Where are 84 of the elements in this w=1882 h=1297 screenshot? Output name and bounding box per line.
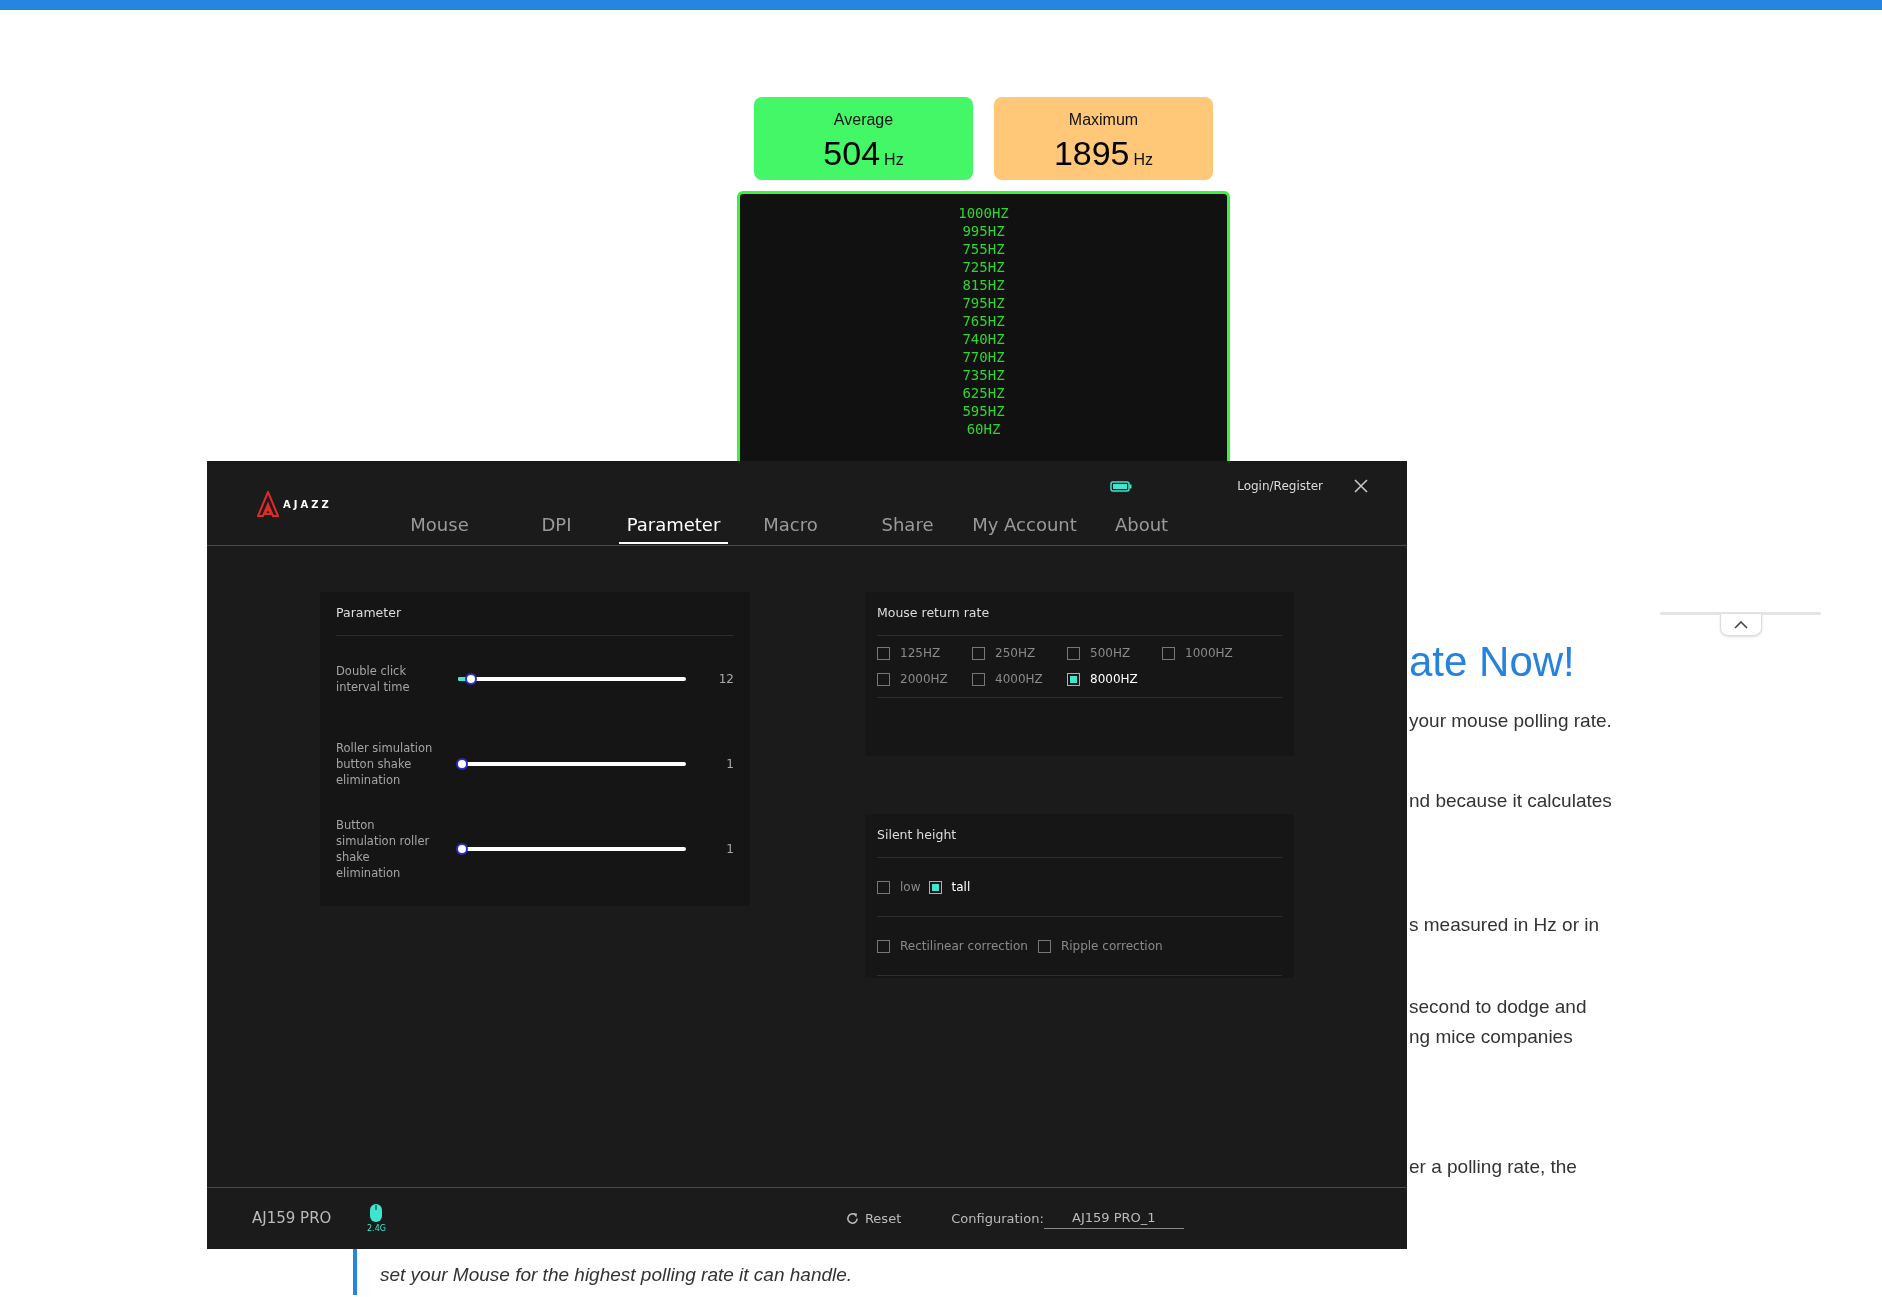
article-text: nd because it calculates — [1409, 789, 1612, 813]
rate-entry: 995HZ — [962, 222, 1005, 240]
option-label: Rectilinear correction — [900, 938, 1028, 955]
nav-tab[interactable]: About — [1106, 511, 1177, 544]
stat-value: 504 — [823, 135, 881, 170]
mouse-icon — [369, 1202, 384, 1223]
slider-label: Double click interval time — [336, 662, 411, 695]
slider-value: 1 — [725, 755, 734, 773]
battery-icon — [1110, 480, 1133, 492]
option-label: 2000HZ — [900, 671, 948, 688]
login-register-link[interactable]: Login/Register — [1237, 477, 1323, 495]
rate-entry: 735HZ — [962, 366, 1005, 384]
logo-text: AJAZZ — [283, 497, 332, 512]
stat-unit: Hz — [884, 151, 904, 168]
slider[interactable] — [456, 672, 688, 685]
rate-entry: 725HZ — [962, 258, 1005, 276]
slider-value: 12 — [717, 670, 734, 688]
option-label: Ripple correction — [1060, 938, 1163, 955]
panel-title: Mouse return rate — [877, 604, 990, 623]
nav-tab[interactable]: My Account — [964, 511, 1085, 544]
note-text: set your Mouse for the highest polling rate it can handle. — [380, 1262, 853, 1287]
stat-value: 1895 — [1053, 135, 1130, 170]
slider[interactable] — [456, 757, 688, 770]
checkbox[interactable] — [877, 880, 890, 894]
checkbox[interactable] — [972, 672, 985, 686]
nav-tab[interactable]: Parameter — [618, 511, 729, 544]
rate-entry: 755HZ — [962, 240, 1005, 258]
nav-tab[interactable]: Mouse — [402, 511, 477, 544]
rate-entry: 60HZ — [966, 420, 1001, 438]
rate-entry: 595HZ — [962, 402, 1005, 420]
checkbox[interactable] — [972, 646, 985, 660]
panel-title: Parameter — [336, 604, 402, 623]
option-label: 4000HZ — [995, 671, 1043, 688]
panel-title: Silent height — [877, 826, 957, 845]
option-label: low — [900, 879, 921, 896]
rate-entry: 740HZ — [962, 330, 1005, 348]
checkbox[interactable] — [877, 939, 890, 953]
slider-value: 1 — [725, 840, 734, 858]
configuration-field[interactable]: AJ159 PRO_1 — [1043, 1208, 1184, 1229]
rate-entry: 625HZ — [962, 384, 1005, 402]
article-text: er a polling rate, the — [1409, 1155, 1578, 1179]
rate-entry: 770HZ — [962, 348, 1005, 366]
checkbox[interactable] — [1162, 646, 1175, 660]
option-label: 250HZ — [995, 645, 1036, 662]
scroll-top-button[interactable] — [1719, 614, 1762, 636]
nav-tab[interactable]: Macro — [755, 511, 826, 544]
rate-entry: 815HZ — [962, 276, 1005, 294]
close-button[interactable] — [1353, 478, 1369, 494]
logo-icon — [257, 491, 279, 517]
nav-tab[interactable]: DPI — [533, 511, 580, 544]
article-text: second to dodge and — [1409, 995, 1588, 1019]
slider-thumb[interactable] — [456, 757, 468, 770]
stat-unit: Hz — [1133, 151, 1154, 168]
article-text: s measured in Hz or in — [1409, 913, 1601, 937]
option-label: tall — [951, 879, 971, 896]
slider-label: Button simulation roller shake elimination — [336, 816, 431, 881]
device-name: AJ159 PRO — [252, 1208, 333, 1230]
option-label: 8000HZ — [1090, 671, 1138, 688]
configuration-label: Configuration: — [951, 1209, 1044, 1228]
stat-label: Average — [833, 109, 894, 130]
slider-thumb[interactable] — [456, 842, 468, 855]
slider-label: Roller simulation button shake elimination — [336, 739, 434, 788]
reset-icon — [845, 1212, 859, 1225]
rate-entry: 1000HZ — [958, 204, 1009, 222]
option-label: 500HZ — [1090, 645, 1131, 662]
connection-label: 2.4G — [367, 1222, 386, 1235]
checkbox[interactable] — [877, 646, 890, 660]
checkbox[interactable] — [877, 672, 890, 686]
rate-entry: 765HZ — [962, 312, 1005, 330]
option-label: 125HZ — [900, 645, 941, 662]
checkbox[interactable] — [1037, 939, 1051, 953]
article-text: your mouse polling rate. — [1409, 709, 1612, 733]
reset-button[interactable]: Reset — [845, 1208, 902, 1229]
slider-thumb[interactable] — [464, 672, 477, 685]
checkbox[interactable] — [1067, 646, 1080, 660]
rate-entry: 795HZ — [962, 294, 1005, 312]
article-text: ng mice companies — [1409, 1025, 1574, 1049]
article-heading: ate Now! — [1409, 637, 1576, 687]
option-label: 1000HZ — [1185, 645, 1233, 662]
stat-label: Maximum — [1068, 109, 1139, 130]
chevron-up-icon — [1733, 620, 1748, 629]
slider[interactable] — [456, 842, 688, 855]
close-icon — [1354, 479, 1368, 493]
nav-tab[interactable]: Share — [873, 511, 942, 544]
